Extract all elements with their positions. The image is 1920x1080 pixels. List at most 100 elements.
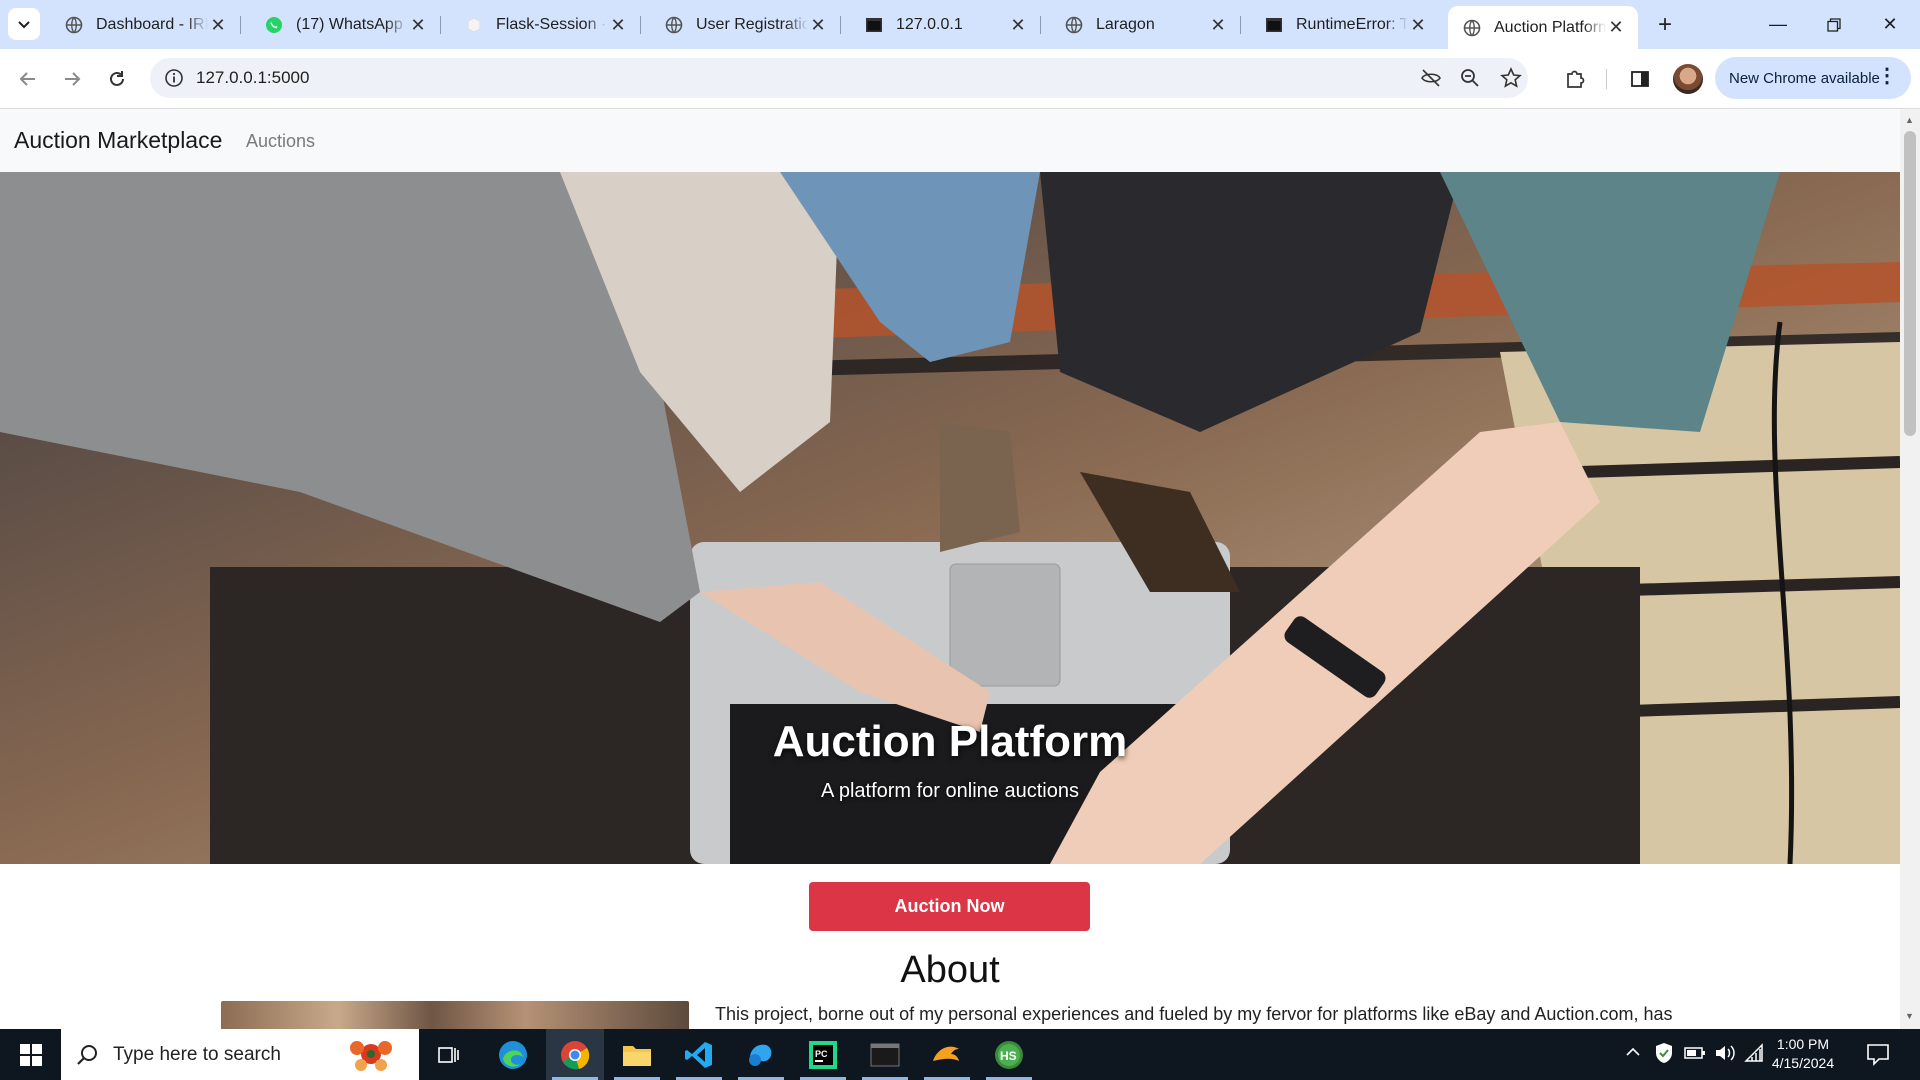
notification-icon: [1867, 1044, 1889, 1066]
site-navbar: Auction Marketplace Auctions: [0, 109, 1900, 172]
avatar[interactable]: [1673, 64, 1703, 94]
scroll-down-icon[interactable]: ▼: [1905, 1011, 1914, 1021]
tab-title: Laragon: [1096, 16, 1155, 33]
kebab-menu-icon[interactable]: ⋮: [1877, 66, 1897, 86]
page-scrollbar[interactable]: ▲ ▼: [1900, 109, 1920, 1029]
chevron-down-icon: [18, 21, 30, 29]
tracking-blocked-icon[interactable]: [1420, 68, 1442, 93]
bookmark-star-icon[interactable]: [1500, 67, 1522, 94]
tab-title: User Registration: [696, 16, 808, 33]
tab-runtime-error[interactable]: RuntimeError: The ✕: [1250, 6, 1440, 44]
close-tab-icon[interactable]: ✕: [408, 15, 428, 36]
close-tab-icon[interactable]: ✕: [1408, 15, 1428, 36]
restore-button[interactable]: [1806, 0, 1862, 49]
about-heading: About: [900, 949, 1000, 991]
new-tab-button[interactable]: +: [1650, 10, 1680, 40]
tab-title: (17) WhatsApp: [296, 16, 403, 33]
side-panel-button[interactable]: [1624, 63, 1656, 95]
tab-title: RuntimeError: The: [1296, 16, 1408, 33]
address-bar[interactable]: 127.0.0.1:5000: [150, 58, 1528, 98]
auction-now-button[interactable]: Auction Now: [809, 882, 1090, 931]
minimize-icon: —: [1769, 14, 1787, 34]
taskbar-search-box[interactable]: Type here to search: [61, 1029, 419, 1080]
app-blue-icon: [749, 1044, 772, 1066]
minimize-button[interactable]: —: [1750, 0, 1806, 49]
tab-search-button[interactable]: [8, 8, 40, 40]
show-hidden-icons-icon[interactable]: [1624, 1043, 1642, 1066]
clock-date: 4/15/2024: [1771, 1055, 1835, 1071]
close-tab-icon[interactable]: ✕: [1208, 15, 1228, 36]
task-view-button[interactable]: [420, 1029, 478, 1080]
taskbar-file-explorer[interactable]: [608, 1029, 666, 1080]
side-panel-icon: [1631, 71, 1649, 87]
svg-text:HS: HS: [1000, 1049, 1017, 1063]
globe-icon: [1064, 15, 1084, 35]
reload-button[interactable]: [101, 63, 133, 95]
back-button[interactable]: [12, 63, 44, 95]
taskbar-pycharm[interactable]: PC: [794, 1029, 852, 1080]
edge-icon: [499, 1040, 527, 1069]
forward-button[interactable]: [56, 63, 88, 95]
toolbar-divider: [1606, 69, 1607, 89]
volume-icon[interactable]: [1714, 1043, 1736, 1068]
extensions-button[interactable]: [1559, 63, 1591, 95]
tab-flask-session[interactable]: Flask-Session · PyPI ✕: [450, 6, 641, 44]
svg-text:PC: PC: [815, 1049, 828, 1059]
tab-user-registration[interactable]: User Registration ✕: [650, 6, 841, 44]
new-chrome-label: New Chrome available: [1729, 69, 1880, 87]
tab-auction-platform[interactable]: Auction Platform ✕: [1448, 6, 1638, 49]
close-tab-icon[interactable]: ✕: [1606, 17, 1626, 38]
taskbar-edge[interactable]: [484, 1029, 542, 1080]
battery-icon[interactable]: [1684, 1045, 1706, 1066]
search-placeholder: Type here to search: [113, 1043, 281, 1065]
chrome-icon: [561, 1040, 590, 1069]
notifications-button[interactable]: [1866, 1042, 1890, 1071]
arrow-right-icon: [65, 72, 81, 86]
scrollbar-thumb[interactable]: [1904, 131, 1916, 436]
tab-laragon[interactable]: Laragon ✕: [1050, 6, 1241, 44]
security-shield-icon[interactable]: [1654, 1042, 1674, 1069]
windows-logo-icon: [20, 1043, 42, 1066]
tab-title: 127.0.0.1: [896, 16, 963, 33]
taskbar-terminal[interactable]: [856, 1029, 914, 1080]
start-button[interactable]: [2, 1029, 60, 1080]
heidisql-icon: HS: [995, 1040, 1023, 1069]
arrow-left-icon: [19, 72, 35, 86]
scroll-up-icon[interactable]: ▲: [1905, 115, 1914, 125]
about-image: [221, 1001, 689, 1029]
taskbar-app-blue[interactable]: [732, 1029, 790, 1080]
terminal-icon: [1264, 15, 1284, 35]
tab-localhost[interactable]: 127.0.0.1 ✕: [850, 6, 1041, 44]
close-icon: ✕: [1882, 14, 1898, 34]
url-text[interactable]: 127.0.0.1:5000: [196, 68, 309, 88]
globe-icon: [1462, 18, 1482, 38]
laragon-icon: [933, 1046, 959, 1061]
pycharm-icon: PC: [809, 1040, 837, 1069]
browser-tab-strip: Dashboard - IRIS ✕ (17) WhatsApp ✕ Flask…: [0, 0, 1920, 49]
folder-icon: [623, 1045, 651, 1066]
site-info-icon[interactable]: [164, 68, 184, 93]
puzzle-icon: [1567, 70, 1585, 88]
tab-dashboard[interactable]: Dashboard - IRIS ✕: [50, 6, 241, 44]
taskbar-heidisql[interactable]: HS: [980, 1029, 1038, 1080]
tab-whatsapp[interactable]: (17) WhatsApp ✕: [250, 6, 441, 44]
close-tab-icon[interactable]: ✕: [1008, 15, 1028, 36]
taskbar-vscode[interactable]: [670, 1029, 728, 1080]
taskbar-clock[interactable]: 1:00 PM 4/15/2024: [1758, 1035, 1848, 1073]
new-chrome-available-button[interactable]: New Chrome available ⋮: [1715, 57, 1911, 99]
close-tab-icon[interactable]: ✕: [808, 15, 828, 36]
close-tab-icon[interactable]: ✕: [208, 15, 228, 36]
reload-icon: [110, 71, 124, 86]
windows-taskbar: Type here to search PC HS 1:00 PM 4/15/2…: [0, 1029, 1920, 1080]
nav-link-auctions[interactable]: Auctions: [246, 131, 315, 152]
clock-time: 1:00 PM: [1776, 1036, 1830, 1052]
close-window-button[interactable]: ✕: [1862, 0, 1918, 49]
taskbar-chrome[interactable]: [546, 1029, 604, 1080]
navbar-brand[interactable]: Auction Marketplace: [14, 127, 222, 154]
pypi-icon: [464, 15, 484, 35]
taskbar-laragon[interactable]: [918, 1029, 976, 1080]
hero-subtitle: A platform for online auctions: [821, 780, 1079, 802]
zoom-icon[interactable]: [1460, 68, 1480, 93]
vscode-icon: [685, 1041, 712, 1068]
close-tab-icon[interactable]: ✕: [608, 15, 628, 36]
